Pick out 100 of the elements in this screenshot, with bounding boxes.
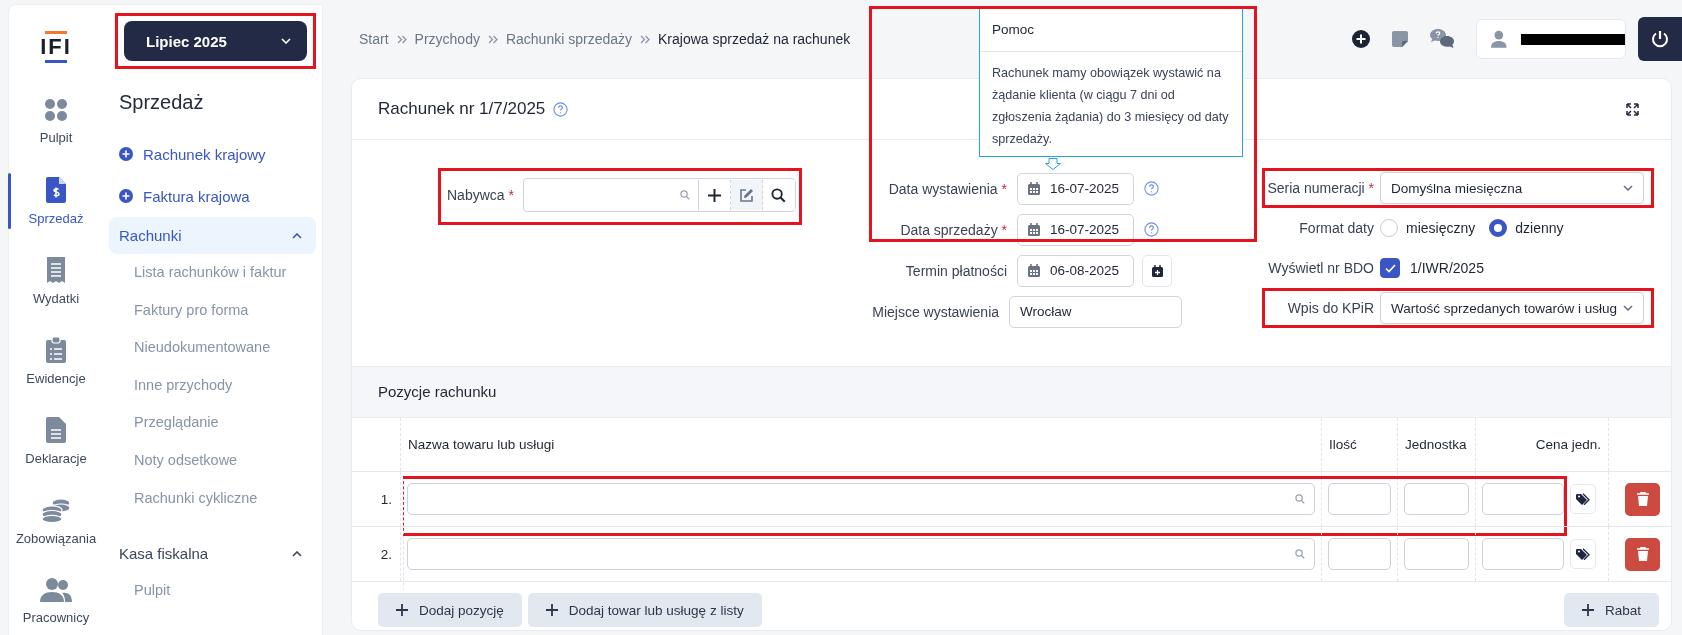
help-icon[interactable]	[553, 101, 569, 117]
unit-field[interactable]	[1404, 538, 1469, 570]
text-field[interactable]: Wrocław	[1009, 295, 1182, 328]
rail-item[interactable]: Pracownicy	[9, 561, 103, 635]
plus-icon	[1581, 604, 1594, 616]
radio-option[interactable]: miesięczny	[1380, 219, 1476, 237]
buyer-field[interactable]	[522, 178, 796, 212]
column-header: Cena jedn.	[1535, 437, 1601, 452]
add-button[interactable]: Dodaj pozycję	[378, 593, 522, 627]
double-chevron-icon	[640, 34, 650, 44]
clipboard-icon	[46, 336, 66, 363]
check-icon	[1384, 263, 1396, 273]
delete-button[interactable]	[1625, 482, 1660, 516]
rail-item[interactable]: Sprzedaż	[9, 161, 103, 241]
plus-circle-icon	[119, 189, 133, 203]
item-name-field[interactable]	[407, 538, 1315, 570]
coins-icon	[41, 496, 71, 523]
nav-action-link[interactable]: Rachunek krajowy	[119, 133, 322, 175]
nav-group-header[interactable]: Kasa fiskalna	[109, 535, 316, 573]
quantity-field[interactable]	[1328, 483, 1391, 515]
rail-item[interactable]: Pulpit	[9, 81, 103, 161]
chevron-down-icon	[1623, 185, 1633, 191]
breadcrumb-link[interactable]: Przychody	[414, 31, 480, 47]
chevron-up-icon	[292, 550, 302, 557]
double-chevron-icon	[396, 34, 407, 44]
field-label: Seria numeracji *	[1266, 180, 1375, 196]
calendar-icon	[1028, 264, 1040, 277]
column-header: Jednostka	[1405, 437, 1467, 452]
field-label: Format daty	[1298, 220, 1375, 236]
expand-icon[interactable]	[1626, 102, 1639, 116]
nav-action-link[interactable]: Faktura krajowa	[119, 175, 322, 217]
calendar-icon	[1028, 182, 1040, 195]
power-icon	[1651, 30, 1669, 48]
users-icon	[40, 577, 72, 602]
field-label: Data wystawienia *	[887, 180, 1008, 197]
row-number: 2.	[380, 546, 392, 562]
quantity-field[interactable]	[1328, 538, 1391, 570]
delete-button[interactable]	[1625, 537, 1660, 571]
price-field[interactable]	[1482, 538, 1564, 570]
user-menu[interactable]	[1476, 19, 1626, 59]
power-button[interactable]	[1638, 17, 1682, 61]
search-icon	[1295, 494, 1305, 504]
tag-button[interactable]	[1570, 539, 1596, 569]
edit-button[interactable]	[730, 180, 763, 210]
breadcrumb-link[interactable]: Start	[359, 31, 389, 47]
help-icon[interactable]	[1144, 222, 1159, 237]
add-button[interactable]: Dodaj towar lub usługę z listy	[527, 593, 762, 627]
radio-option[interactable]: dzienny	[1489, 219, 1564, 237]
document-title: Rachunek nr 1/7/2025	[378, 99, 546, 119]
date-field[interactable]: 06-08-2025	[1017, 254, 1134, 287]
rail-item[interactable]: Zobowiązania	[9, 481, 103, 561]
nav-group-header[interactable]: Rachunki	[109, 217, 316, 254]
date-field[interactable]: 16-07-2025	[1017, 172, 1134, 205]
price-field[interactable]	[1482, 483, 1564, 515]
item-name-field[interactable]	[407, 483, 1315, 515]
rail-item[interactable]: Wydatki	[9, 241, 103, 321]
calendar-button[interactable]	[1142, 254, 1172, 287]
section-header: Pozycje rachunku	[352, 366, 1671, 418]
document-icon	[46, 176, 66, 203]
logo: IFI	[40, 37, 72, 57]
unit-field[interactable]	[1404, 483, 1469, 515]
trash-icon	[1636, 547, 1649, 561]
field-label: Termin płatności	[904, 262, 1008, 279]
select-field[interactable]: Domyślna miesięczna	[1380, 172, 1644, 204]
grid-dots-icon	[44, 97, 68, 122]
help-icon[interactable]	[1144, 181, 1159, 196]
section-title: Sprzedaż	[119, 91, 205, 115]
plus-circle-icon	[119, 147, 133, 161]
search-icon	[1295, 549, 1305, 559]
breadcrumb-link[interactable]: Rachunki sprzedaży	[505, 31, 632, 47]
checkbox[interactable]	[1380, 258, 1400, 278]
field-label: Wyświetl nr BDO	[1267, 260, 1375, 276]
radio-button[interactable]	[1489, 219, 1508, 237]
popup-text: Rachunek mamy obowiązek wystawić na żądanie klienta (w ciągu 7 dni od zgłoszenia żądania) do 3 miesięcy od daty sprzedaży.	[991, 65, 1230, 148]
calendar-icon	[1028, 223, 1040, 236]
chat-help-icon[interactable]	[1430, 29, 1454, 49]
field-label: Nabywca *	[447, 187, 514, 203]
plus-icon	[707, 188, 721, 202]
trash-icon	[1636, 492, 1649, 506]
select-field[interactable]: Wartość sprzedanych towarów i usług	[1380, 292, 1644, 324]
rail-item[interactable]: Ewidencje	[9, 321, 103, 401]
bdo-number: 1/IWR/2025	[1410, 260, 1484, 276]
chevron-down-icon	[281, 38, 291, 44]
rail-item[interactable]: Deklaracje	[9, 401, 103, 481]
field-label: Data sprzedaży *	[899, 221, 1008, 238]
user-icon	[1491, 30, 1507, 48]
double-chevron-icon	[487, 34, 498, 44]
column-header: Nazwa towaru lub usługi	[408, 437, 555, 452]
chevron-down-icon	[1623, 305, 1633, 311]
tags-icon	[1575, 493, 1591, 505]
tag-button[interactable]	[1570, 484, 1596, 514]
discount-button[interactable]: Rabat	[1563, 593, 1659, 627]
period-button[interactable]: Lipiec 2025	[124, 21, 307, 61]
note-icon[interactable]	[1392, 31, 1408, 47]
breadcrumb-current: Krajowa sprzedaż na rachunek	[658, 31, 851, 47]
plus-icon	[545, 604, 558, 616]
edit-icon	[738, 187, 754, 203]
add-circle-icon[interactable]	[1352, 30, 1370, 48]
calendar-plus-icon	[1151, 264, 1163, 277]
column-header: Ilość	[1329, 437, 1357, 452]
